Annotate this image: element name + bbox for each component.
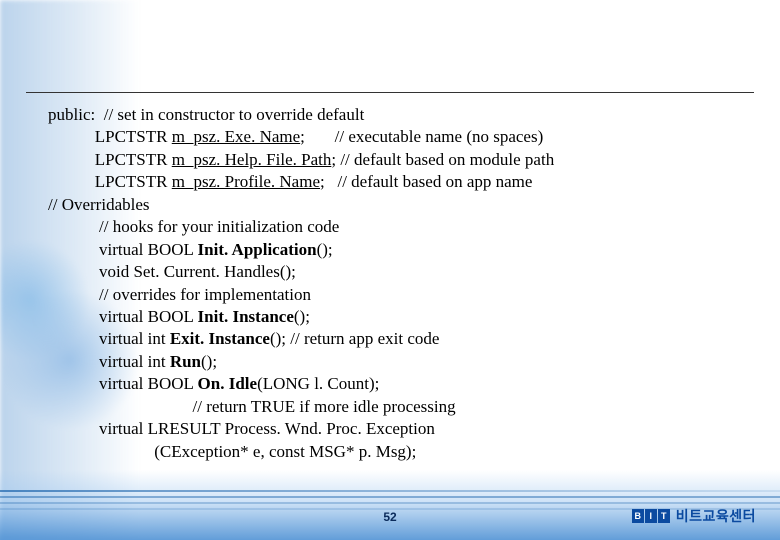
footer-brand: B I T 비트교육센터 xyxy=(632,506,756,526)
code-identifier: m_psz. Help. File. Path xyxy=(172,150,332,169)
code-line: public: // set in constructor to overrid… xyxy=(48,105,364,124)
code-line: (); // return app exit code xyxy=(270,329,439,348)
page-number: 52 xyxy=(383,510,396,524)
code-line: (LONG l. Count); xyxy=(257,374,379,393)
code-line: // return TRUE if more idle processing xyxy=(48,397,456,416)
footer-text: 비트교육센터 xyxy=(676,506,756,526)
code-line: (CException* e, const MSG* p. Msg); xyxy=(48,442,416,461)
code-line: // Overridables xyxy=(48,195,150,214)
code-line: // hooks for your initialization code xyxy=(48,217,339,236)
code-line: void Set. Current. Handles(); xyxy=(48,262,296,281)
code-line: (); xyxy=(201,352,217,371)
code-line: virtual int xyxy=(48,352,170,371)
code-line: // overrides for implementation xyxy=(48,285,311,304)
logo-letter: I xyxy=(645,509,657,523)
code-line: virtual BOOL xyxy=(48,307,198,326)
code-line: virtual BOOL xyxy=(48,374,198,393)
logo-letter: T xyxy=(658,509,670,523)
code-line: LPCTSTR xyxy=(48,127,172,146)
background-bottom-wave xyxy=(0,470,780,540)
code-line: ; // executable name (no spaces) xyxy=(300,127,543,146)
code-identifier: Run xyxy=(170,352,201,371)
code-identifier: m_psz. Profile. Name xyxy=(172,172,320,191)
code-identifier: Init. Instance xyxy=(198,307,294,326)
code-line: (); xyxy=(294,307,310,326)
code-line: virtual BOOL xyxy=(48,240,198,259)
code-identifier: Init. Application xyxy=(198,240,317,259)
code-line: ; // default based on module path xyxy=(331,150,554,169)
code-identifier: m_psz. Exe. Name xyxy=(172,127,300,146)
code-line: LPCTSTR xyxy=(48,172,172,191)
code-line: (); xyxy=(317,240,333,259)
footer-logo: B I T xyxy=(632,509,670,523)
code-line: LPCTSTR xyxy=(48,150,172,169)
code-identifier: Exit. Instance xyxy=(170,329,270,348)
code-line: virtual int xyxy=(48,329,170,348)
code-line: ; // default based on app name xyxy=(320,172,532,191)
horizontal-rule xyxy=(26,92,754,93)
code-block: public: // set in constructor to overrid… xyxy=(48,104,748,463)
code-identifier: On. Idle xyxy=(198,374,258,393)
logo-letter: B xyxy=(632,509,644,523)
code-line: virtual LRESULT Process. Wnd. Proc. Exce… xyxy=(48,419,435,438)
